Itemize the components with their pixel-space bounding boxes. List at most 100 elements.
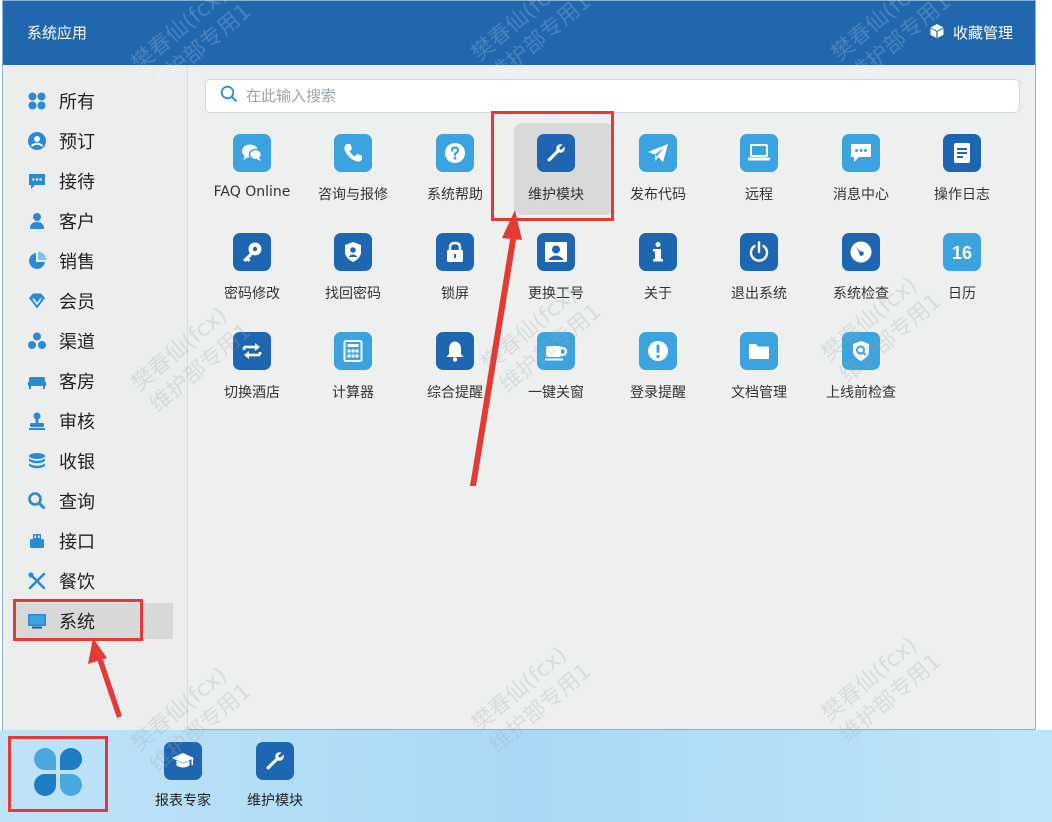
- app-tile-label: FAQ Online: [213, 184, 291, 200]
- search-icon: [206, 85, 246, 107]
- app-tile-19[interactable]: 综合提醒: [405, 317, 505, 417]
- chat-icon: [27, 171, 47, 191]
- badge-icon: [537, 233, 575, 271]
- sidebar-item-11[interactable]: 查询: [15, 483, 173, 519]
- sidebar-item-8[interactable]: 客房: [15, 363, 173, 399]
- taskbar-item-1[interactable]: 报表专家: [145, 742, 221, 812]
- app-tile-label: 更换工号: [528, 286, 584, 302]
- app-tile-17[interactable]: 切换酒店: [202, 317, 302, 417]
- plug-icon: [27, 531, 47, 551]
- cluster-icon: [27, 331, 47, 351]
- app-tile-1[interactable]: FAQ Online: [202, 119, 302, 219]
- app-tile-label: 系统检查: [833, 286, 889, 302]
- app-tile-12[interactable]: 更换工号: [506, 218, 606, 318]
- app-tile-3[interactable]: 系统帮助: [405, 119, 505, 219]
- sidebar-item-7[interactable]: 渠道: [15, 323, 173, 359]
- clover-start-icon: [34, 748, 82, 800]
- app-tile-label: 计算器: [332, 385, 374, 401]
- app-tile-label: 发布代码: [630, 187, 686, 203]
- wrench-icon: [537, 134, 575, 172]
- sidebar-item-label: 查询: [59, 492, 95, 513]
- app-tile-18[interactable]: 计算器: [303, 317, 403, 417]
- app-tile-label: 找回密码: [325, 286, 381, 302]
- wrench-icon: [256, 742, 294, 780]
- search-icon: [27, 491, 47, 511]
- taskbar-item-2[interactable]: 维护模块: [237, 742, 313, 812]
- favorites-manage-button[interactable]: 收藏管理: [929, 22, 1013, 43]
- window-title: 系统应用: [27, 24, 88, 42]
- app-tile-label: 退出系统: [731, 286, 787, 302]
- sidebar-item-6[interactable]: 会员: [15, 283, 173, 319]
- app-tile-10[interactable]: 找回密码: [303, 218, 403, 318]
- lock-icon: [436, 233, 474, 271]
- key-icon: [233, 233, 271, 271]
- app-tile-label: 综合提醒: [427, 385, 483, 401]
- user-circle-icon: [27, 131, 47, 151]
- sidebar-item-10[interactable]: 收银: [15, 443, 173, 479]
- taskbar-item-label: 报表专家: [155, 793, 211, 809]
- alert-icon: [639, 332, 677, 370]
- sidebar-item-label: 接口: [59, 532, 95, 553]
- person-icon: [27, 211, 47, 231]
- app-tile-23[interactable]: 上线前检查: [811, 317, 911, 417]
- bell-icon: [436, 332, 474, 370]
- app-tile-label: 锁屏: [441, 286, 469, 302]
- faq-chat-icon: [233, 134, 271, 172]
- start-button[interactable]: [8, 736, 108, 812]
- stamp-icon: [27, 411, 47, 431]
- app-tile-8[interactable]: 操作日志: [912, 119, 1012, 219]
- log-icon: [943, 134, 981, 172]
- app-tile-14[interactable]: 退出系统: [709, 218, 809, 318]
- title-bar: 系统应用 收藏管理: [3, 1, 1035, 65]
- app-tile-label: 登录提醒: [630, 385, 686, 401]
- sidebar-item-5[interactable]: 销售: [15, 243, 173, 279]
- app-tile-15[interactable]: 系统检查: [811, 218, 911, 318]
- app-tile-22[interactable]: 文档管理: [709, 317, 809, 417]
- app-tile-5[interactable]: 发布代码: [608, 119, 708, 219]
- app-tile-4[interactable]: 维护模块: [506, 119, 614, 219]
- sidebar-item-13[interactable]: 餐饮: [15, 563, 173, 599]
- app-tile-20[interactable]: 一键关窗: [506, 317, 606, 417]
- sidebar-item-label: 客户: [59, 212, 95, 233]
- sidebar-item-14[interactable]: 系统: [15, 603, 173, 639]
- app-tile-label: 日历: [948, 286, 976, 302]
- app-tile-label: 文档管理: [731, 385, 787, 401]
- sidebar-item-4[interactable]: 客户: [15, 203, 173, 239]
- sidebar-item-9[interactable]: 审核: [15, 403, 173, 439]
- utensils-icon: [27, 571, 47, 591]
- monitor-icon: [27, 611, 47, 631]
- app-tile-6[interactable]: 远程: [709, 119, 809, 219]
- sidebar-item-label: 渠道: [59, 332, 95, 353]
- app-tile-7[interactable]: 消息中心: [811, 119, 911, 219]
- app-tile-label: 系统帮助: [427, 187, 483, 203]
- taskbar-item-label: 维护模块: [247, 793, 303, 809]
- calculator-icon: [334, 332, 372, 370]
- search-input[interactable]: [246, 87, 1019, 105]
- app-tile-2[interactable]: 咨询与报修: [303, 119, 403, 219]
- app-tile-13[interactable]: 关于: [608, 218, 708, 318]
- sidebar-item-12[interactable]: 接口: [15, 523, 173, 559]
- sidebar-item-2[interactable]: 预订: [15, 123, 173, 159]
- sidebar-item-label: 客房: [59, 372, 95, 393]
- laptop-icon: [740, 134, 778, 172]
- app-tile-label: 上线前检查: [826, 385, 896, 401]
- graduation-cap-icon: [164, 742, 202, 780]
- app-tile-11[interactable]: 锁屏: [405, 218, 505, 318]
- sidebar-item-1[interactable]: 所有: [15, 83, 173, 119]
- swap-icon: [233, 332, 271, 370]
- search-box[interactable]: [205, 79, 1020, 113]
- app-tile-label: 操作日志: [934, 187, 990, 203]
- shield-user-icon: [334, 233, 372, 271]
- svg-text:16: 16: [952, 243, 972, 263]
- app-tile-21[interactable]: 登录提醒: [608, 317, 708, 417]
- sidebar-item-label: 会员: [59, 292, 95, 313]
- favorites-manage-label: 收藏管理: [952, 24, 1013, 42]
- app-tile-9[interactable]: 密码修改: [202, 218, 302, 318]
- app-tile-16[interactable]: 16 日历: [912, 218, 1012, 318]
- bed-icon: [27, 371, 47, 391]
- screen: 系统应用 收藏管理 所有预订接待客户销售会员渠道客房审核收银查询接口餐饮系统 F…: [0, 0, 1052, 822]
- sidebar-item-3[interactable]: 接待: [15, 163, 173, 199]
- gauge-icon: [842, 233, 880, 271]
- info-icon: [639, 233, 677, 271]
- app-tile-label: 咨询与报修: [318, 187, 388, 203]
